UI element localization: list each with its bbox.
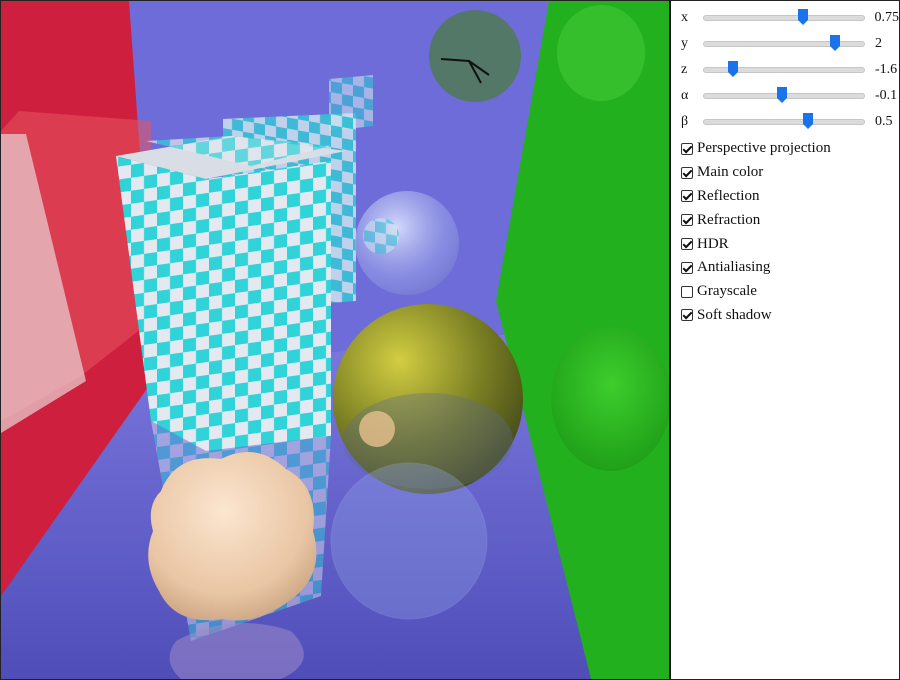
- checkbox[interactable]: [681, 309, 693, 322]
- slider-row-0: x 0.75: [681, 5, 899, 31]
- checkbox-label: Soft shadow: [697, 306, 772, 323]
- checkbox-label: Perspective projection: [697, 140, 831, 157]
- option-reflection[interactable]: Reflection: [681, 185, 899, 209]
- option-soft-shadow[interactable]: Soft shadow: [681, 304, 899, 328]
- option-perspective-projection[interactable]: Perspective projection: [681, 137, 899, 161]
- slider-value: 2: [875, 36, 882, 51]
- slider-label: x: [681, 10, 688, 25]
- app-window: x 0.75 y 2 z -1.6 α -0.1 β 0.5 Perspective projec…: [0, 0, 900, 680]
- slider-thumb[interactable]: [776, 86, 788, 104]
- slider-value: -1.6: [875, 62, 898, 77]
- slider-thumb[interactable]: [829, 34, 841, 52]
- slider-thumb[interactable]: [727, 60, 739, 78]
- checkbox-label: Refraction: [697, 211, 761, 228]
- slider-value: 0.75: [874, 10, 900, 25]
- slider-row-2: z -1.6: [681, 57, 899, 83]
- checkbox[interactable]: [681, 142, 693, 155]
- slider-track[interactable]: [703, 113, 865, 129]
- slider-value: -0.1: [875, 88, 898, 103]
- slider-track[interactable]: [702, 9, 865, 25]
- slider-track[interactable]: [703, 87, 865, 103]
- slider-group: x 0.75 y 2 z -1.6 α -0.1 β 0.5: [681, 5, 899, 135]
- checkbox[interactable]: [681, 190, 693, 203]
- option-main-color[interactable]: Main color: [681, 161, 899, 185]
- option-antialiasing[interactable]: Antialiasing: [681, 256, 899, 280]
- slider-thumb[interactable]: [802, 112, 814, 130]
- bumpy-blob: [148, 451, 317, 621]
- raytraced-scene: [1, 1, 669, 679]
- slider-label: α: [681, 88, 689, 103]
- clock-sphere: [429, 10, 521, 102]
- slider-track[interactable]: [703, 35, 865, 51]
- option-refraction[interactable]: Refraction: [681, 208, 899, 232]
- option-hdr[interactable]: HDR: [681, 232, 899, 256]
- slider-track[interactable]: [703, 61, 865, 77]
- slider-value: 0.5: [875, 114, 893, 129]
- render-viewport[interactable]: [1, 1, 671, 679]
- checkbox-label: Main color: [697, 164, 764, 181]
- checkbox[interactable]: [681, 261, 693, 274]
- options-list: Perspective projection Main color Reflecti…: [681, 137, 899, 327]
- slider-row-4: β 0.5: [681, 109, 899, 135]
- checkbox[interactable]: [681, 166, 693, 179]
- slider-label: z: [681, 62, 688, 77]
- checkered-box-front-face: [206, 161, 331, 451]
- checkbox-label: Reflection: [697, 187, 760, 204]
- slider-thumb[interactable]: [797, 8, 809, 26]
- slider-row-3: α -0.1: [681, 83, 899, 109]
- slider-label: y: [681, 36, 688, 51]
- checkbox-label: Antialiasing: [697, 259, 771, 276]
- checkbox[interactable]: [681, 285, 693, 298]
- slider-row-1: y2: [681, 31, 899, 57]
- checkbox[interactable]: [681, 214, 693, 227]
- control-panel: x 0.75 y 2 z -1.6 α -0.1 β 0.5 Perspective projec…: [671, 1, 899, 679]
- option-grayscale[interactable]: Grayscale: [681, 280, 899, 304]
- checkbox-label: HDR: [697, 235, 729, 252]
- checkbox-label: Grayscale: [697, 283, 757, 300]
- slider-label: β: [681, 114, 689, 129]
- checkbox[interactable]: [681, 238, 693, 251]
